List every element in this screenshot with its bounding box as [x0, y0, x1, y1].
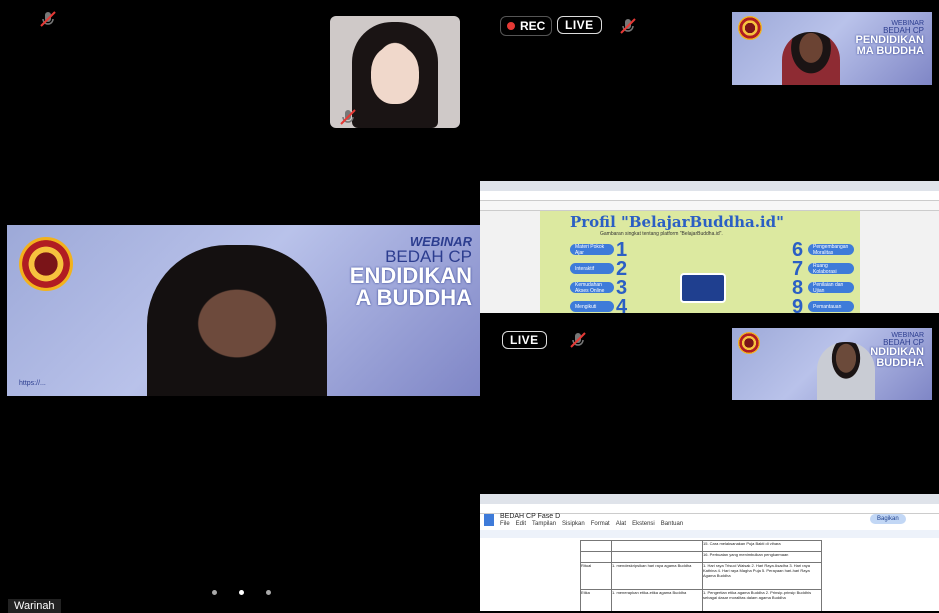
- table-cell: [612, 541, 703, 551]
- menu-item[interactable]: Bantuan: [661, 521, 683, 527]
- muted-mic-icon[interactable]: [618, 17, 638, 35]
- webinar-banner-text: WEBINAR BEDAH CP NDIDIKAN A BUDDHA: [866, 332, 924, 369]
- webinar-banner-text: WEBINAR BEDAH CP ENDIDIKAN A BUDDHA: [350, 235, 472, 309]
- doc-title: BEDAH CP Fase D: [500, 513, 561, 520]
- menu-item[interactable]: Edit: [516, 521, 526, 527]
- banner-line4: MA BUDDHA: [856, 45, 924, 57]
- slide-left-number: 4: [616, 296, 628, 313]
- banner-url: https://...: [19, 380, 46, 387]
- page-dot[interactable]: [266, 590, 271, 595]
- table-cell: 16. Perbuatan yang menimbulkan pengkarma…: [703, 552, 789, 557]
- slide-right-item: Pengembangan Moralitas: [808, 244, 854, 256]
- page-dot[interactable]: [212, 590, 217, 595]
- browser-address-bar: [480, 191, 939, 201]
- institution-logo: [738, 16, 762, 40]
- speaker-silhouette: [147, 245, 327, 396]
- slide-right-number: 9: [792, 296, 804, 313]
- slide: Profil "BelajarBuddha.id" Gambaran singk…: [540, 211, 860, 313]
- slide-title: Profil "BelajarBuddha.id": [570, 213, 784, 231]
- table-cell: 1. Pengertian etika agama Buddha 2. Prin…: [703, 590, 812, 600]
- docs-icon: [484, 514, 494, 526]
- browser-tab-bar: [480, 181, 939, 191]
- menu-item[interactable]: Alat: [616, 521, 626, 527]
- live-label: LIVE: [502, 331, 547, 349]
- slide-right-item: Ruang Kolaborasi: [808, 263, 854, 275]
- menu-item[interactable]: Sisipkan: [562, 521, 585, 527]
- browser-tab-bar: [480, 494, 939, 504]
- page-dot-active[interactable]: [239, 590, 244, 595]
- institution-logo: [19, 237, 73, 291]
- slide-left-item: Mengikuti: [570, 301, 614, 312]
- table-cell: Ritual: [581, 563, 612, 589]
- table-cell: 1. mendeskripsikan hari raya agama Buddh…: [612, 563, 703, 589]
- participant-video-tile[interactable]: [330, 16, 460, 128]
- slide-left-item: Materi Pokok Ajar: [570, 244, 614, 256]
- slide-right-item: Penilaian dan Ujian: [808, 282, 854, 294]
- participant-silhouette: [782, 32, 840, 85]
- institution-logo: [738, 332, 760, 354]
- participant-silhouette: [817, 342, 875, 400]
- page-indicator[interactable]: [212, 590, 271, 595]
- muted-mic-icon[interactable]: [338, 108, 358, 126]
- doc-menu: File Edit Tampilan Sisipkan Format Alat …: [500, 521, 683, 527]
- table-cell: 15. Cara melaksanakan Puja Bakti di viha…: [703, 541, 781, 546]
- rec-label: REC: [520, 19, 546, 33]
- live-label: LIVE: [557, 16, 602, 34]
- participant-face: [371, 46, 419, 104]
- muted-mic-icon[interactable]: [38, 10, 58, 28]
- live-indicator[interactable]: LIVE: [502, 331, 547, 349]
- webinar-banner-text: WEBINAR BEDAH CP PENDIDIKAN MA BUDDHA: [856, 20, 924, 57]
- slide-left-item: Interaktif: [570, 263, 614, 274]
- table-cell: 1. Hari raya Trisuci Waisak 2. Hari Raya…: [703, 563, 811, 578]
- live-indicator[interactable]: LIVE: [557, 16, 602, 34]
- slide-center-image: [680, 273, 726, 303]
- shared-screen-document[interactable]: BEDAH CP Fase D File Edit Tampilan Sisip…: [480, 494, 939, 611]
- menu-item[interactable]: File: [500, 521, 510, 527]
- banner-line3: ENDIDIKAN: [349, 263, 472, 288]
- rec-dot-icon: [507, 22, 515, 30]
- table-cell: [612, 552, 703, 562]
- table-cell: [581, 541, 612, 551]
- menu-item[interactable]: Format: [591, 521, 610, 527]
- shared-screen-presentation[interactable]: Profil "BelajarBuddha.id" Gambaran singk…: [480, 181, 939, 313]
- main-speaker-video-tile[interactable]: WEBINAR BEDAH CP ENDIDIKAN A BUDDHA http…: [7, 225, 480, 396]
- banner-line4: A BUDDHA: [355, 285, 472, 310]
- participant-video-tile[interactable]: WEBINAR BEDAH CP NDIDIKAN A BUDDHA: [732, 328, 932, 400]
- table-cell: Etika: [581, 590, 612, 611]
- menu-item[interactable]: Tampilan: [532, 521, 556, 527]
- table-cell: [581, 552, 612, 562]
- share-button[interactable]: Bagikan: [870, 514, 906, 524]
- doc-toolbar: [480, 530, 939, 538]
- participant-video-tile[interactable]: WEBINAR BEDAH CP PENDIDIKAN MA BUDDHA: [732, 12, 932, 85]
- pdf-toolbar: [480, 201, 939, 211]
- muted-mic-icon[interactable]: [568, 331, 588, 349]
- slide-left-item: Kemudahan Akses Online: [570, 282, 614, 294]
- slide-right-item: Pemantauan: [808, 301, 854, 312]
- menu-item[interactable]: Ekstensi: [632, 521, 655, 527]
- slide-subtitle: Gambaran singkat tentang platform "Belaj…: [600, 231, 723, 237]
- table-cell: 1. menerapkan etika-etika agama Buddha: [612, 590, 703, 611]
- recording-indicator: REC: [500, 16, 553, 36]
- doc-table: 15. Cara melaksanakan Puja Bakti di viha…: [580, 540, 822, 611]
